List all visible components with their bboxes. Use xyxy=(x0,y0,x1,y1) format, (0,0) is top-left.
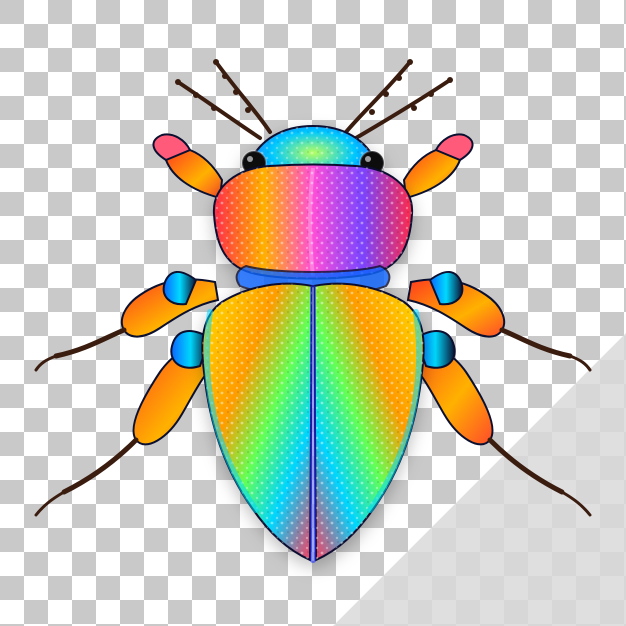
image-canvas xyxy=(0,0,626,626)
beetle-body xyxy=(201,124,425,563)
beetle-illustration xyxy=(34,59,626,626)
